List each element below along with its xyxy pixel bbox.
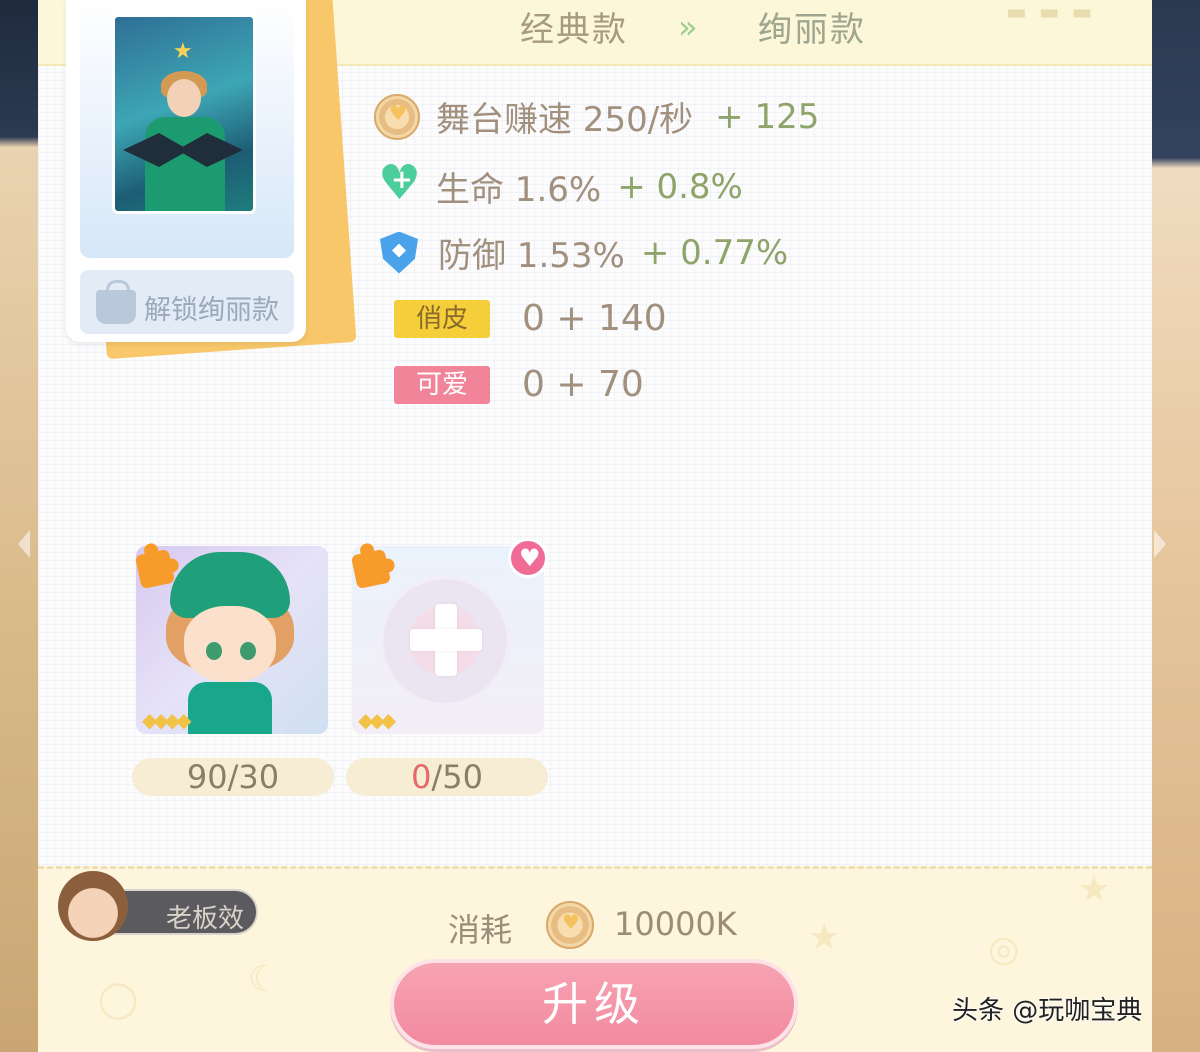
material-count: 0/50 (346, 758, 548, 796)
portrait-face (167, 79, 201, 117)
watermark: 头条 @玩咖宝典 (952, 996, 1143, 1026)
stat-health: 生命 1.6% + 0.8% (378, 155, 743, 211)
count-current: 0 (411, 758, 432, 796)
coin-icon (546, 901, 594, 949)
background-left (0, 0, 40, 1052)
decor-swirl-icon: ◎ (988, 929, 1020, 970)
stat-bonus: + 125 (715, 96, 820, 137)
upgrade-button[interactable]: 升级 (390, 959, 798, 1049)
stat-defense: 防御 1.53% + 0.77% (380, 228, 788, 277)
rarity-stars-icon: ◆◆◆◆ (142, 708, 191, 732)
decor-icons: ▬▬▬ (1006, 0, 1105, 25)
prev-arrow-icon[interactable] (18, 530, 30, 558)
cost-label: 消耗 (448, 911, 513, 949)
stat-label: 防御 1.53% (438, 236, 625, 276)
trait-tag: 俏皮 (394, 299, 490, 338)
next-arrow-icon[interactable] (1154, 530, 1166, 558)
unlock-gorgeous-button[interactable]: 解锁绚丽款 (80, 270, 294, 334)
stat-label: 舞台赚速 250/秒 (436, 100, 694, 140)
card-frame: ★ (80, 0, 294, 258)
stat-bonus: + 0.8% (617, 166, 743, 207)
stat-stage-earn-rate: 舞台赚速 250/秒 + 125 (374, 92, 819, 141)
chibi-face (184, 606, 276, 682)
bag-icon (96, 280, 136, 324)
heart-badge-icon: ♥ (508, 538, 548, 578)
star-icon: ★ (173, 39, 193, 64)
decor-circle-icon: ◯ (98, 979, 139, 1020)
decor-star-icon: ★ (1078, 869, 1111, 910)
trait-naughty: 俏皮 0 + 140 (394, 298, 667, 339)
puzzle-icon (350, 548, 392, 590)
shield-icon (380, 231, 418, 274)
stat-bonus: + 0.77% (640, 232, 789, 273)
heart-plus-icon (378, 155, 422, 211)
trait-tag: 可爱 (394, 365, 490, 404)
count-required: /30 (227, 758, 280, 796)
background-right (1150, 0, 1200, 1052)
trait-value: 0 + 140 (522, 298, 667, 339)
puzzle-icon (134, 548, 176, 590)
chibi-eye (240, 642, 256, 660)
upgrade-panel: 经典款 ›› 绚丽款 ▬▬▬ ★ 解锁绚丽款 舞台赚速 250/秒 + 125 … (38, 0, 1152, 1052)
arrow-right-icon: ›› (678, 8, 697, 46)
cost-value: 10000K (614, 905, 737, 943)
decor-moon-icon: ☾ (248, 959, 281, 1000)
outfit-card[interactable]: ★ 解锁绚丽款 (66, 0, 306, 342)
tab-gorgeous[interactable]: 绚丽款 (758, 2, 866, 51)
chibi-body (188, 682, 272, 734)
material-count: 90/30 (132, 758, 334, 796)
plus-icon-bar (410, 629, 482, 651)
tab-classic[interactable]: 经典款 (520, 2, 628, 51)
outfit-portrait: ★ (112, 14, 256, 214)
chibi-eye (206, 642, 222, 660)
trait-cute: 可爱 0 + 70 (394, 364, 644, 405)
avatar[interactable] (58, 871, 128, 941)
count-required: /50 (431, 758, 483, 796)
count-current: 90 (186, 758, 228, 796)
player-badge-label: 老板效 (166, 904, 245, 934)
trait-value: 0 + 70 (522, 364, 644, 405)
decor-star-icon: ★ (808, 917, 841, 958)
unlock-label: 解锁绚丽款 (144, 295, 279, 326)
stat-label: 生命 1.6% (436, 170, 602, 210)
coin-icon (374, 93, 420, 140)
rarity-stars-icon: ◆◆◆ (358, 708, 396, 732)
